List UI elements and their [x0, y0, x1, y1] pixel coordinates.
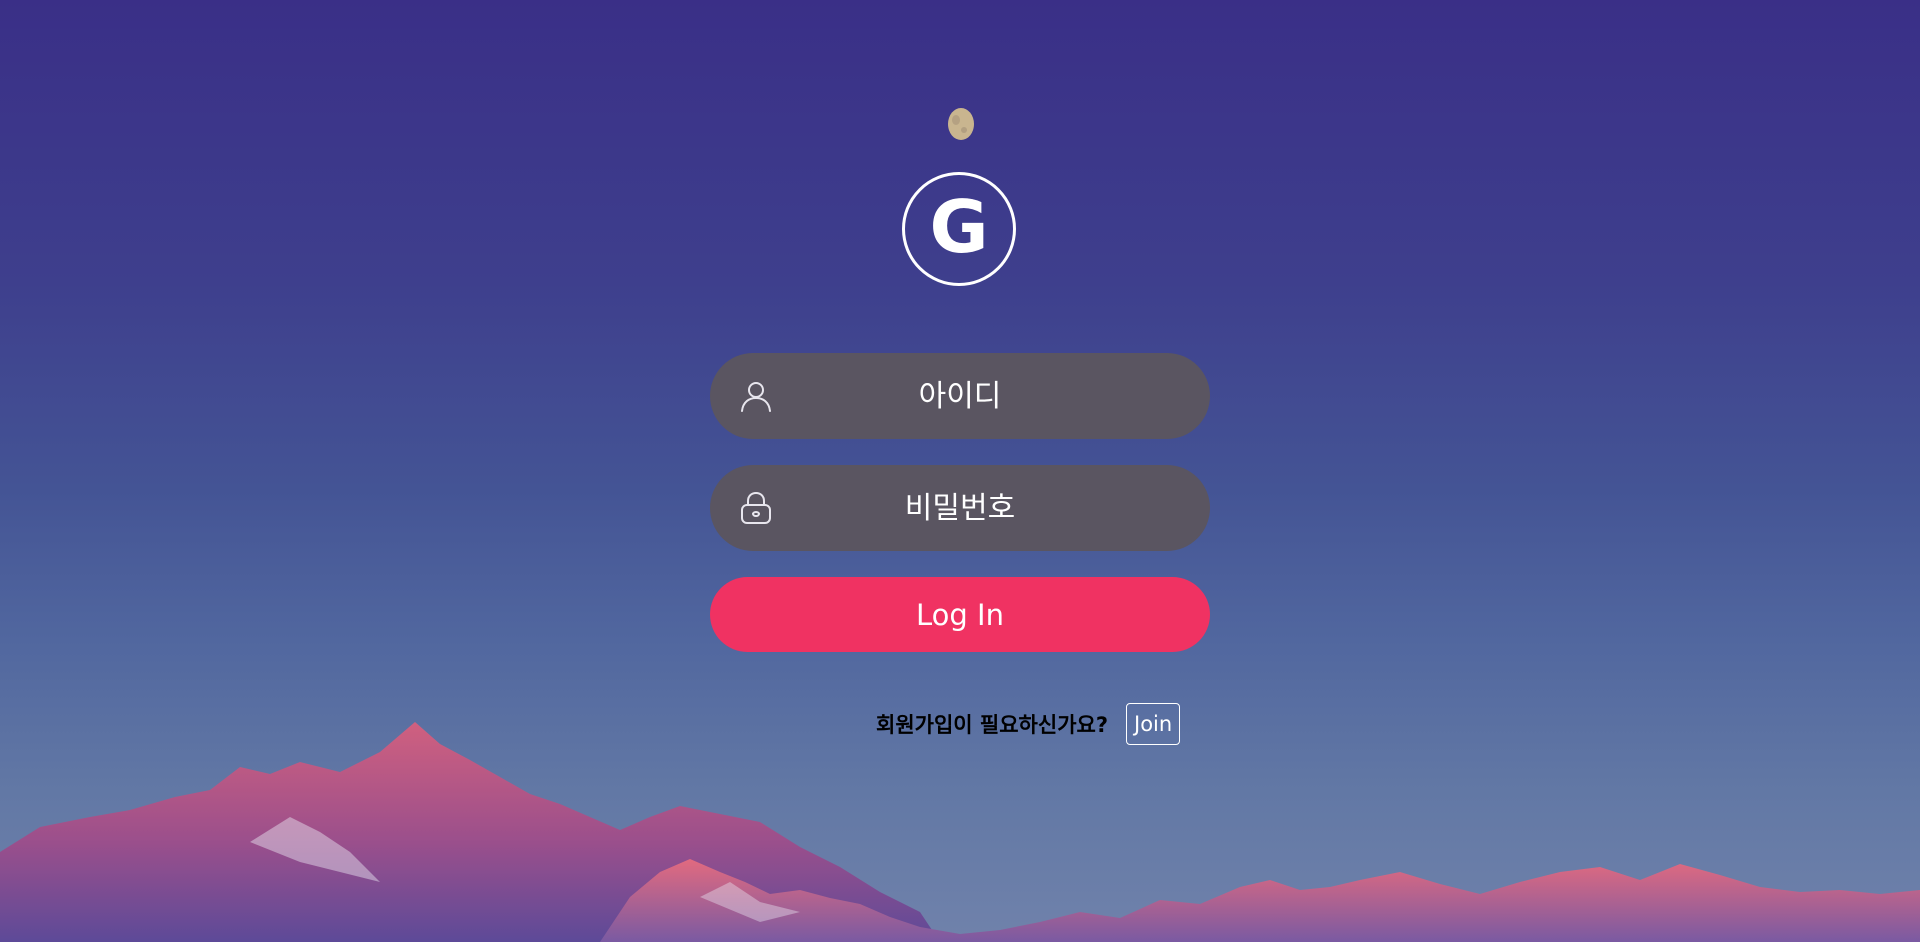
login-page: G Log In 회원가입이 필요하신가요? Join	[0, 0, 1920, 942]
moon-image	[948, 108, 974, 140]
password-field	[710, 465, 1210, 551]
join-button[interactable]: Join	[1126, 703, 1181, 745]
signup-row: 회원가입이 필요하신가요? Join	[876, 703, 1181, 745]
user-icon	[741, 382, 771, 412]
id-input[interactable]	[790, 353, 1130, 439]
lock-icon	[741, 491, 771, 524]
signup-prompt: 회원가입이 필요하신가요?	[876, 713, 1109, 737]
login-button[interactable]: Log In	[710, 577, 1210, 652]
logo: G	[902, 172, 1016, 286]
id-field	[710, 353, 1210, 439]
password-input[interactable]	[790, 465, 1130, 551]
mountain-background	[0, 722, 1920, 942]
logo-letter: G	[929, 185, 989, 269]
